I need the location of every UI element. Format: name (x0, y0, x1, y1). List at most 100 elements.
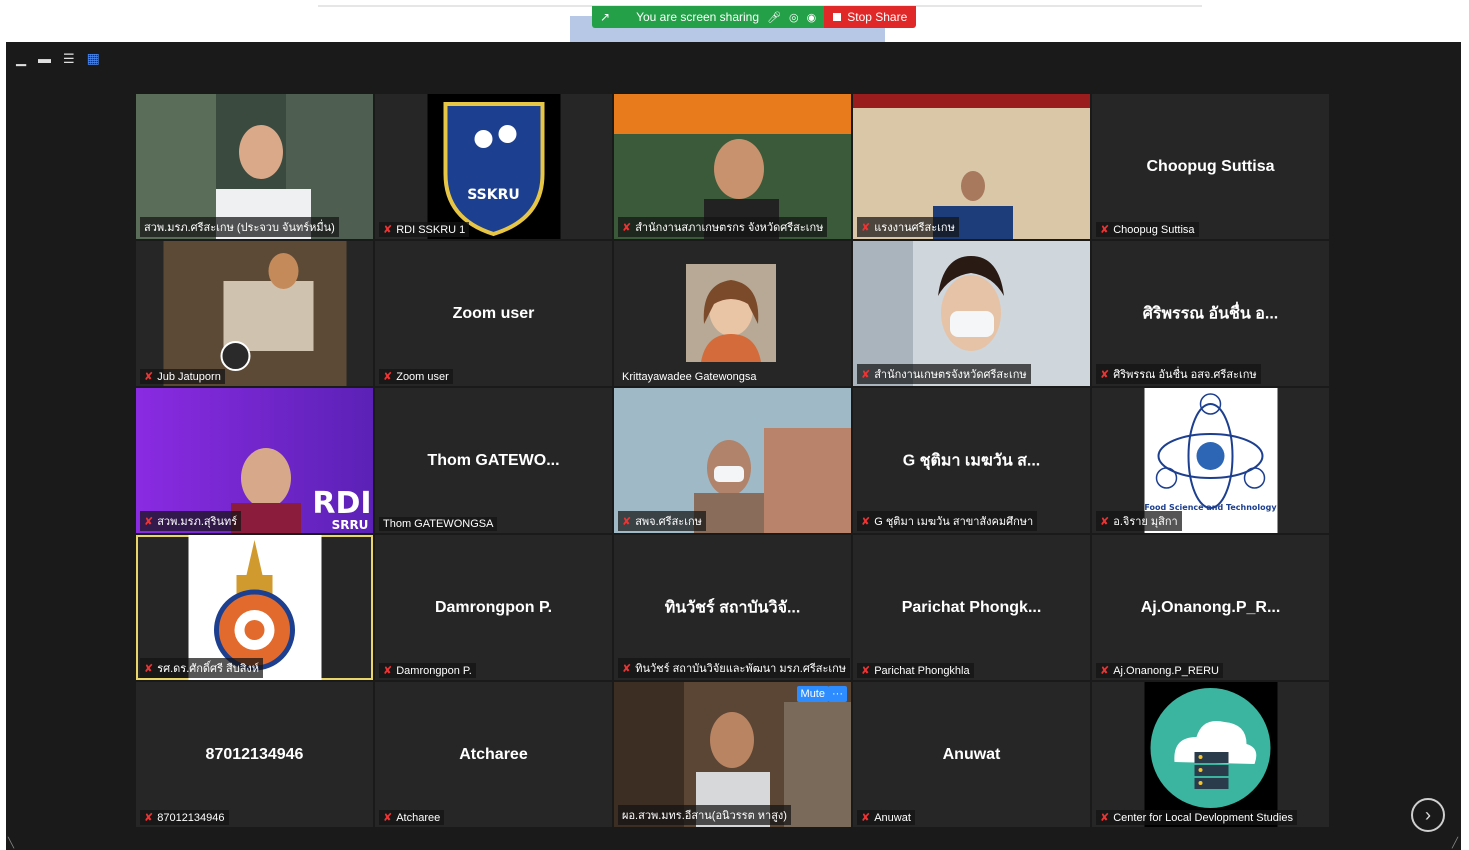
participant-tile[interactable]: G ชุติมา เมฆวัน ส... ✘ G ชุติมา เมฆวัน สา… (853, 388, 1090, 533)
participant-label: Parichat Phongkhla (874, 664, 970, 677)
muted-mic-icon: ✘ (861, 665, 871, 677)
resize-handle-left-icon[interactable]: ╲ (8, 838, 14, 849)
participant-name-tag: ✘ สพจ.ศรีสะเกษ (618, 511, 706, 531)
participant-tile[interactable]: สวพ.มรภ.ศรีสะเกษ (ประจวบ จันทร์หมื่น) (136, 94, 373, 239)
muted-mic-icon: ✘ (383, 665, 393, 677)
participant-tile[interactable]: ✘ สำนักงานเกษตรจังหวัดศรีสะเกษ (853, 241, 1090, 386)
participant-tile[interactable]: SSKRU ✘ RDI SSKRU 1 (375, 94, 612, 239)
minimize-icon[interactable]: ▁ (16, 51, 26, 67)
participant-display-name: ทินวัชร์ สถาบันวิจั... (664, 599, 801, 616)
stop-share-label: Stop Share (847, 10, 908, 24)
stop-share-button[interactable]: Stop Share (824, 6, 917, 28)
participant-tile[interactable]: 87012134946 ✘ 87012134946 (136, 682, 373, 827)
participant-tile[interactable]: Atcharee ✘ Atcharee (375, 682, 612, 827)
participant-label: Damrongpon P. (396, 664, 472, 677)
participant-tile[interactable]: Krittayawadee Gatewongsa (614, 241, 851, 386)
shield-icon[interactable]: ◉ (807, 11, 817, 24)
participant-label: G ชุติมา เมฆวัน สาขาสังคมศึกษา (874, 516, 1034, 528)
next-page-button[interactable]: › (1411, 798, 1445, 832)
participant-tile[interactable]: Choopug Suttisa ✘ Choopug Suttisa (1092, 94, 1329, 239)
participant-tile[interactable]: Thom GATEWO... Thom GATEWONGSA (375, 388, 612, 533)
muted-mic-icon: ✘ (861, 221, 871, 234)
participant-tile[interactable]: ✘ สำนักงานสภาเกษตรกร จังหวัดศรีสะเกษ (614, 94, 851, 239)
participant-label: สำนักงานเกษตรจังหวัดศรีสะเกษ (874, 369, 1027, 381)
muted-mic-icon: ✘ (144, 662, 154, 675)
participant-label: Thom GATEWONGSA (383, 518, 494, 530)
muted-mic-icon: ✘ (622, 662, 632, 675)
mic-icon[interactable]: 🎤︎ (767, 11, 781, 24)
muted-mic-icon: ✘ (383, 371, 393, 383)
participant-label: Atcharee (396, 811, 441, 824)
participant-tile[interactable]: ✘ สพจ.ศรีสะเกษ (614, 388, 851, 533)
participant-name-tag: ✘ ศิริพรรณ อันชื่น อสจ.ศรีสะเกษ (1096, 364, 1261, 384)
muted-mic-icon: ✘ (144, 812, 154, 824)
participant-name-tag: ✘ Zoom user (379, 369, 453, 384)
muted-mic-icon: ✘ (1100, 665, 1110, 677)
participant-label: ผอ.สวพ.มทร.อีสาน(อนิวรรต หาสูง) (622, 810, 787, 822)
participant-label: RDI SSKRU 1 (396, 223, 466, 236)
participant-name-tag: ✘ 87012134946 (140, 810, 229, 825)
mute-button[interactable]: Mute (796, 686, 829, 702)
participant-tile[interactable]: ✘ Jub Jatuporn (136, 241, 373, 386)
participant-tile[interactable]: ✘ แรงงานศรีสะเกษ (853, 94, 1090, 239)
participant-name-tag: ✘ Aj.Onanong.P_RERU (1096, 663, 1223, 678)
gallery-grid: สวพ.มรภ.ศรีสะเกษ (ประจวบ จันทร์หมื่น) SS… (136, 94, 1329, 829)
participant-photo (686, 264, 776, 362)
participant-name-tag: ✘ Center for Local Devlopment Studies (1096, 810, 1297, 825)
screen-share-toolbar: ↗ You are screen sharing 🎤︎ ◎ ◉ Stop Sha… (592, 6, 917, 28)
participant-tile[interactable]: Damrongpon P. ✘ Damrongpon P. (375, 535, 612, 680)
participant-label: ศิริพรรณ อันชื่น อสจ.ศรีสะเกษ (1113, 369, 1257, 381)
strip-view-icon[interactable]: ☰ (63, 51, 75, 67)
muted-mic-icon: ✘ (622, 221, 632, 234)
muted-mic-icon: ✘ (144, 371, 154, 383)
participant-display-name: ศิริพรรณ อันชื่น อ... (1142, 305, 1279, 322)
participant-tile-active-speaker[interactable]: ✘ รศ.ดร.ศักดิ์ศรี สืบสิงห์ (136, 535, 373, 680)
participant-display-name: Choopug Suttisa (1146, 157, 1275, 175)
rdi-logo-text: RDI (312, 486, 371, 521)
gallery-view-icon[interactable]: ▦ (87, 50, 100, 67)
participant-tile[interactable]: Aj.Onanong.P_R... ✘ Aj.Onanong.P_RERU (1092, 535, 1329, 680)
participant-display-name: Atcharee (459, 745, 528, 763)
speaker-view-icon[interactable]: ▬ (38, 51, 51, 66)
stop-icon (833, 13, 842, 21)
participant-name-tag: ✘ Atcharee (379, 810, 445, 825)
resize-handle-right-icon[interactable]: ╱ (1452, 838, 1458, 849)
participant-display-name: Thom GATEWO... (427, 451, 560, 469)
participant-tile[interactable]: Mute ··· ผอ.สวพ.มทร.อีสาน(อนิวรรต หาสูง) (614, 682, 851, 827)
sskru-logo-text: SSKRU (467, 187, 520, 203)
participant-tile[interactable]: Anuwat ✘ Anuwat (853, 682, 1090, 827)
participant-display-name: Anuwat (942, 745, 1001, 763)
cloud-server-icon (1144, 682, 1277, 827)
srru-logo-text: SRRU (332, 518, 369, 532)
participant-label: Krittayawadee Gatewongsa (622, 371, 757, 383)
muted-mic-icon: ✘ (1100, 812, 1110, 824)
participant-tile[interactable]: ทินวัชร์ สถาบันวิจั... ✘ ทินวัชร์ สถาบันว… (614, 535, 851, 680)
participant-photo (163, 241, 346, 386)
participant-name-tag: ✘ Anuwat (857, 810, 915, 825)
muted-mic-icon: ✘ (383, 812, 393, 824)
participant-display-name: Zoom user (452, 304, 535, 322)
participant-tile[interactable]: Food Science and Technology ✘ อ.จิราย มุส… (1092, 388, 1329, 533)
participant-tile[interactable]: RDI SRRU ✘ สวพ.มรภ.สุรินทร์ (136, 388, 373, 533)
participant-label: Center for Local Devlopment Studies (1113, 811, 1293, 824)
participant-name-tag: สวพ.มรภ.ศรีสะเกษ (ประจวบ จันทร์หมื่น) (140, 217, 339, 237)
more-options-button[interactable]: ··· (828, 686, 847, 702)
participant-label: Zoom user (396, 370, 449, 383)
muted-mic-icon: ✘ (861, 368, 871, 381)
participant-tile[interactable]: ศิริพรรณ อันชื่น อ... ✘ ศิริพรรณ อันชื่น … (1092, 241, 1329, 386)
participant-name-tag: ✘ อ.จิราย มุสิกา (1096, 511, 1182, 531)
view-controls: ▁ ▬ ☰ ▦ (16, 50, 100, 67)
participant-tile[interactable]: Zoom user ✘ Zoom user (375, 241, 612, 386)
participant-tile[interactable]: ✘ Center for Local Devlopment Studies (1092, 682, 1329, 827)
participant-name-tag: ✘ สำนักงานเกษตรจังหวัดศรีสะเกษ (857, 364, 1031, 384)
video-icon[interactable]: ◎ (789, 11, 799, 24)
participant-name-tag: ✘ สวพ.มรภ.สุรินทร์ (140, 511, 242, 531)
participant-name-tag: Thom GATEWONGSA (379, 517, 498, 531)
sharing-status[interactable]: ↗ You are screen sharing 🎤︎ ◎ ◉ (592, 6, 825, 28)
sharing-status-text: You are screen sharing (636, 10, 760, 24)
participant-name-tag: ✘ ทินวัชร์ สถาบันวิจัยและพัฒนา มรภ.ศรีสะเ… (618, 658, 851, 678)
participant-display-name: Aj.Onanong.P_R... (1140, 598, 1281, 616)
participant-label: Choopug Suttisa (1113, 223, 1195, 236)
participant-tile[interactable]: Parichat Phongk... ✘ Parichat Phongkhla (853, 535, 1090, 680)
participant-name-tag: ✘ สำนักงานสภาเกษตรกร จังหวัดศรีสะเกษ (618, 217, 828, 237)
